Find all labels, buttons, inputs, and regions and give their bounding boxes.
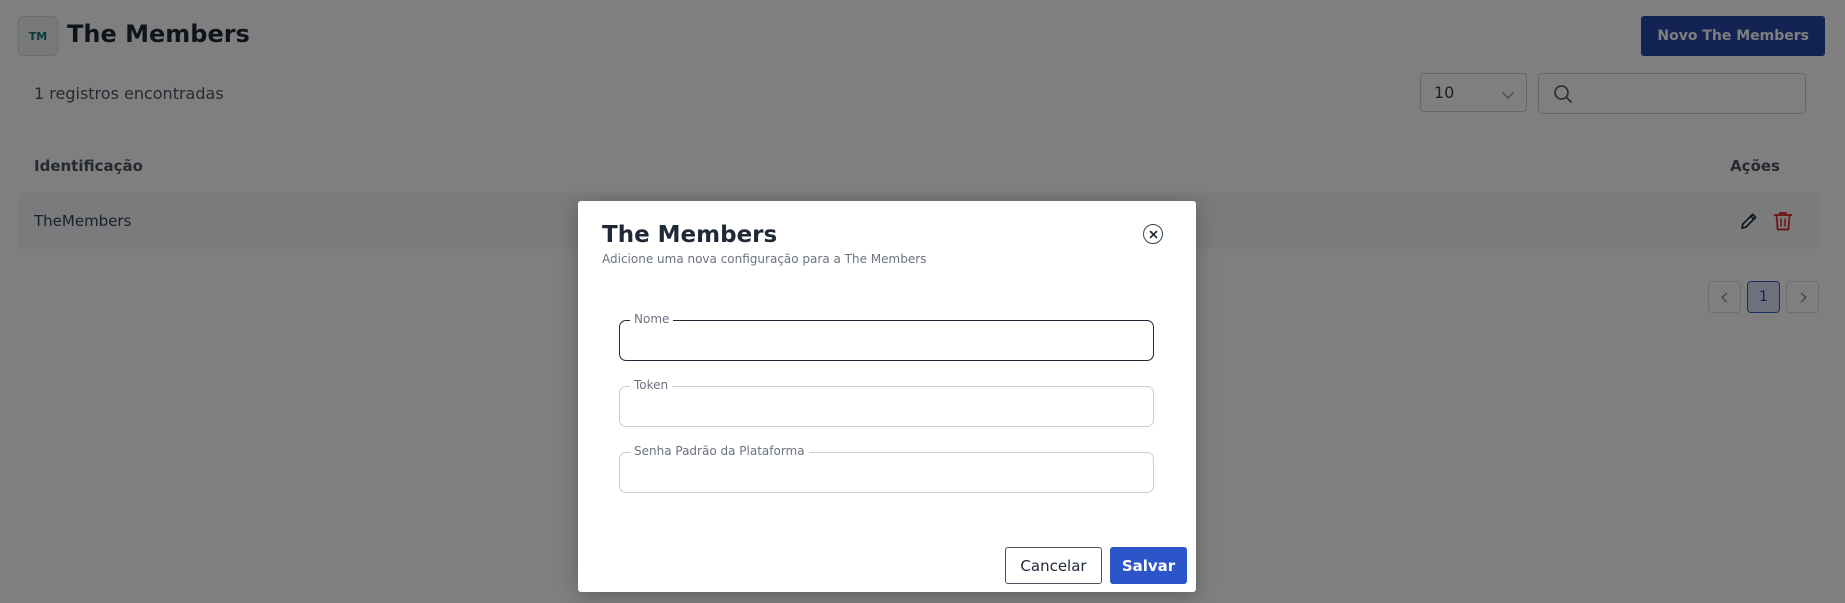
senha-padrao-input[interactable] (632, 461, 1141, 485)
token-input[interactable] (632, 395, 1141, 419)
token-field[interactable]: Token (619, 378, 1154, 427)
token-label: Token (630, 378, 673, 392)
modal-subtitle: Adicione uma nova configuração para a Th… (602, 252, 927, 266)
page: TM The Members Novo The Members 1 regist… (0, 0, 1845, 603)
close-button[interactable] (1143, 224, 1163, 244)
senha-padrao-field[interactable]: Senha Padrão da Plataforma (619, 444, 1154, 493)
senha-padrao-label: Senha Padrão da Plataforma (630, 444, 809, 458)
nome-input[interactable] (632, 329, 1141, 353)
cancel-button[interactable]: Cancelar (1005, 547, 1102, 584)
nome-label: Nome (630, 312, 674, 326)
save-button[interactable]: Salvar (1110, 547, 1187, 584)
modal-dialog: The Members Adicione uma nova configuraç… (578, 201, 1196, 592)
modal-title: The Members (602, 222, 778, 248)
nome-field[interactable]: Nome (619, 312, 1154, 361)
close-icon (1149, 230, 1157, 238)
